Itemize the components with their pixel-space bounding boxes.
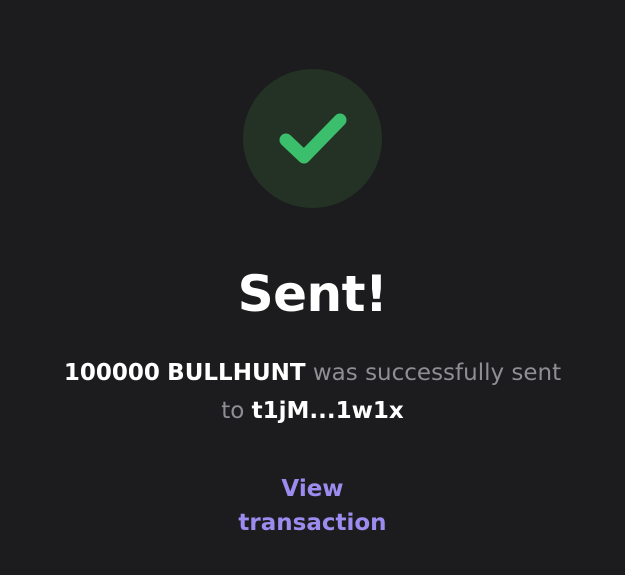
send-success-screen: Sent! 100000 BULLHUNT was successfully s… (0, 0, 625, 575)
success-badge (243, 69, 382, 208)
page-title: Sent! (237, 265, 388, 323)
token-symbol: BULLHUNT (167, 360, 306, 386)
recipient-address: t1jM...1w1x (251, 398, 404, 424)
checkmark-icon (279, 113, 347, 164)
success-message: 100000 BULLHUNT was successfully sent to… (60, 354, 565, 430)
sent-amount: 100000 (63, 360, 160, 386)
view-transaction-link[interactable]: View transaction (212, 472, 413, 540)
